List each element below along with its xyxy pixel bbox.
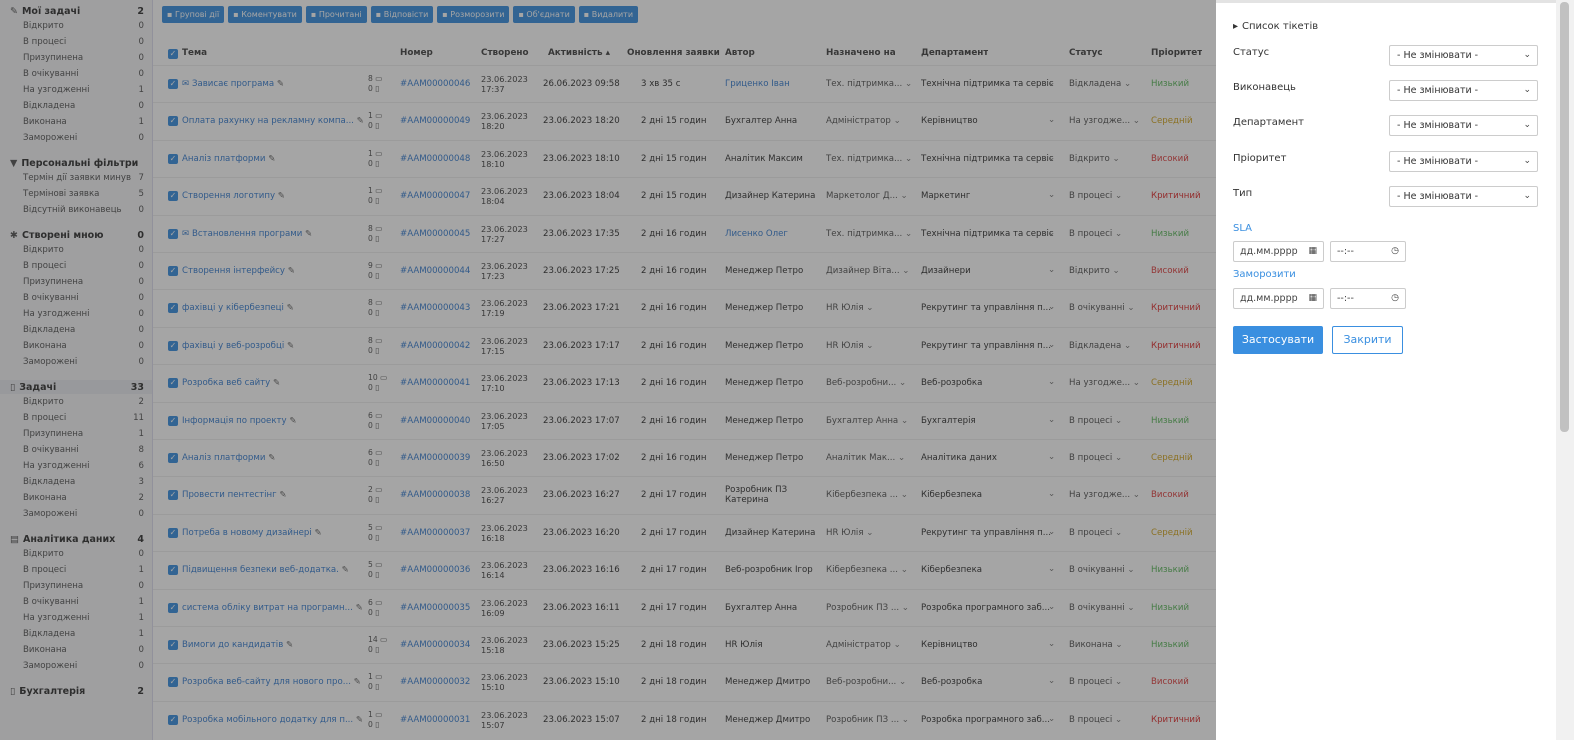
panel-title-label: Список тікетів — [1242, 21, 1319, 32]
sla-label: SLA — [1233, 223, 1252, 234]
field-row: Тип - Не змінювати - ⌄ — [1233, 186, 1538, 208]
field-label: Департамент — [1233, 117, 1304, 128]
clock-icon[interactable]: ◷ — [1391, 289, 1399, 308]
field-label: Пріоритет — [1233, 153, 1287, 164]
calendar-icon[interactable]: ▦ — [1308, 242, 1317, 261]
scrollbar[interactable] — [1556, 0, 1574, 740]
calendar-icon[interactable]: ▦ — [1308, 289, 1317, 308]
freeze-time-placeholder: --:-- — [1337, 293, 1354, 304]
field-row: Виконавець - Не змінювати - ⌄ — [1233, 80, 1538, 102]
panel-title[interactable]: ▸ Список тікетів — [1233, 21, 1318, 32]
sla-date-input[interactable]: дд.мм.рррр ▦ — [1233, 241, 1324, 262]
field-select[interactable]: - Не змінювати - ⌄ — [1389, 45, 1538, 66]
close-button[interactable]: Закрити — [1332, 326, 1403, 354]
chevron-down-icon: ⌄ — [1523, 50, 1531, 60]
field-select[interactable]: - Не змінювати - ⌄ — [1389, 80, 1538, 101]
field-row: Статус - Не змінювати - ⌄ — [1233, 45, 1538, 67]
field-select[interactable]: - Не змінювати - ⌄ — [1389, 115, 1538, 136]
freeze-date-input[interactable]: дд.мм.рррр ▦ — [1233, 288, 1324, 309]
sla-time-input[interactable]: --:-- ◷ — [1330, 241, 1406, 262]
field-select-value: - Не змінювати - — [1397, 50, 1479, 61]
clock-icon[interactable]: ◷ — [1391, 242, 1399, 261]
field-select[interactable]: - Не змінювати - ⌄ — [1389, 186, 1538, 207]
sla-time-placeholder: --:-- — [1337, 246, 1354, 257]
field-select-value: - Не змінювати - — [1397, 85, 1479, 96]
chevron-down-icon: ⌄ — [1523, 156, 1531, 166]
field-select-value: - Не змінювати - — [1397, 156, 1479, 167]
apply-button[interactable]: Застосувати — [1233, 326, 1323, 354]
freeze-date-placeholder: дд.мм.рррр — [1240, 293, 1298, 304]
sla-date-placeholder: дд.мм.рррр — [1240, 246, 1298, 257]
field-row: Пріоритет - Не змінювати - ⌄ — [1233, 151, 1538, 173]
scrollbar-thumb[interactable] — [1560, 2, 1569, 432]
caret-right-icon: ▸ — [1233, 21, 1239, 32]
freeze-label: Заморозити — [1233, 269, 1296, 280]
field-label: Тип — [1233, 188, 1253, 199]
app: ✎ Мої задачі 2 Відкрито 0 В процесі 0 Призупине… — [0, 0, 1574, 740]
modal-backdrop[interactable] — [0, 0, 1216, 740]
chevron-down-icon: ⌄ — [1523, 191, 1531, 201]
bulk-edit-panel: ▸ Список тікетів Статус - Не змінювати - ⌄… — [1216, 0, 1556, 740]
field-label: Статус — [1233, 47, 1270, 58]
field-select-value: - Не змінювати - — [1397, 120, 1479, 131]
chevron-down-icon: ⌄ — [1523, 120, 1531, 130]
chevron-down-icon: ⌄ — [1523, 85, 1531, 95]
field-select[interactable]: - Не змінювати - ⌄ — [1389, 151, 1538, 172]
field-select-value: - Не змінювати - — [1397, 191, 1479, 202]
field-row: Департамент - Не змінювати - ⌄ — [1233, 115, 1538, 137]
freeze-time-input[interactable]: --:-- ◷ — [1330, 288, 1406, 309]
field-label: Виконавець — [1233, 82, 1296, 93]
